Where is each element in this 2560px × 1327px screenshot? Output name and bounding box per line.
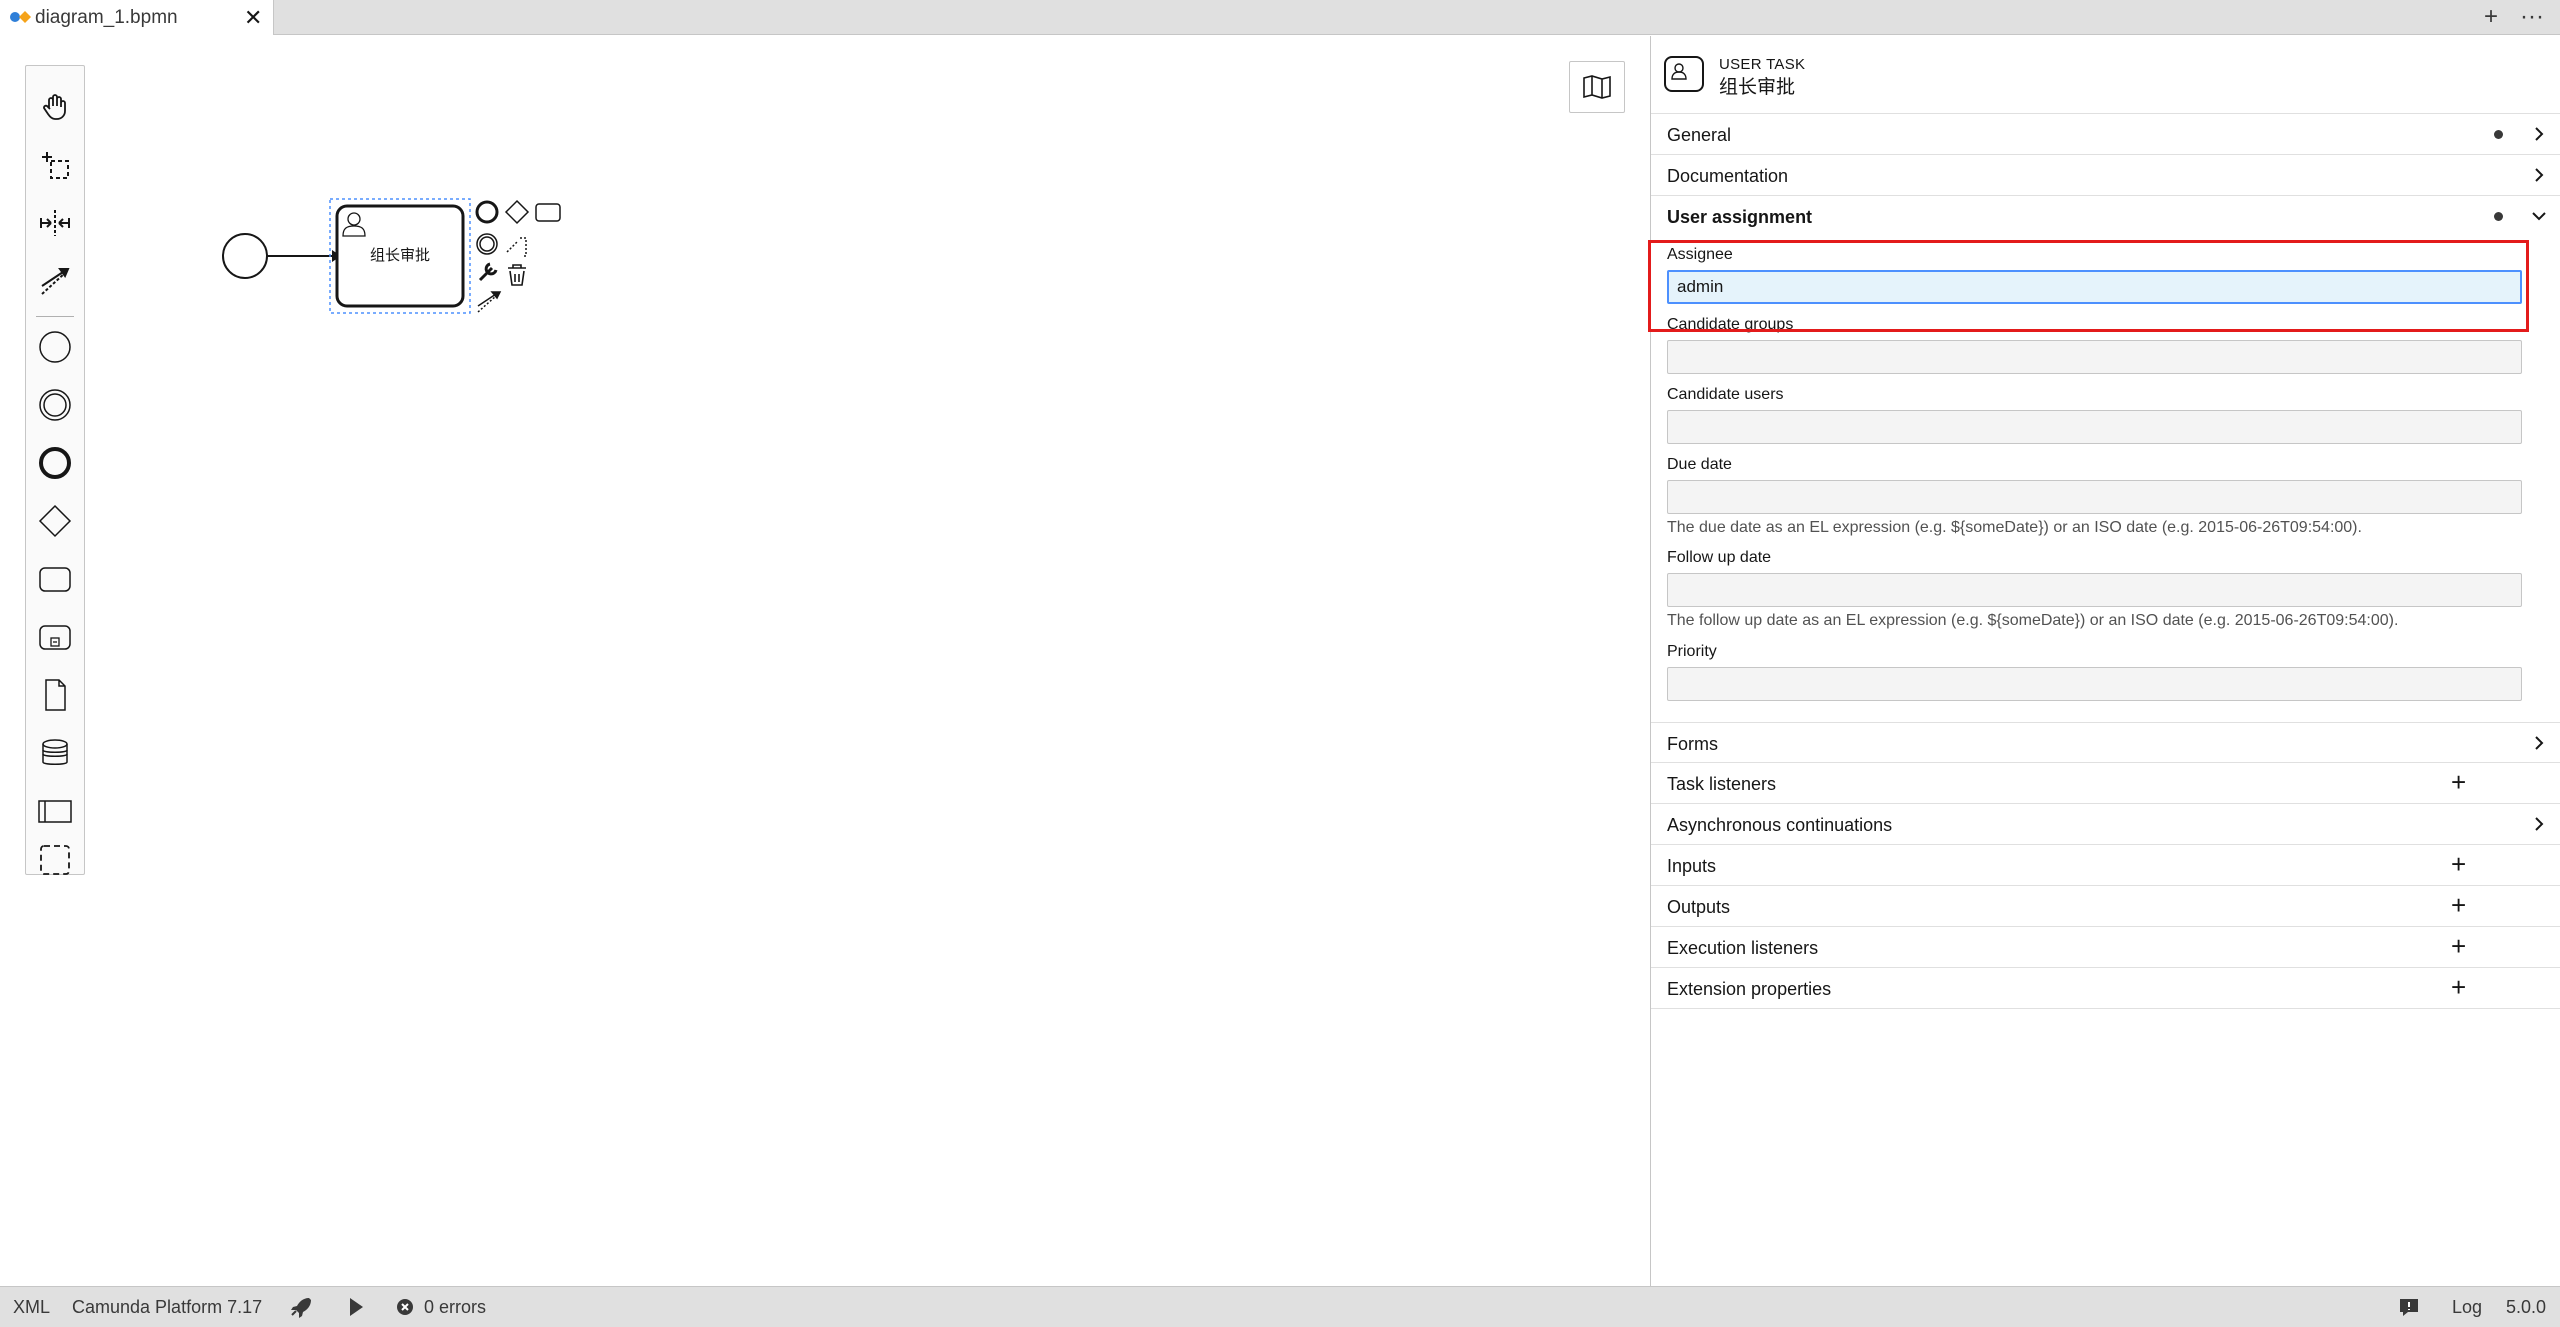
more-options-icon[interactable]: ···	[2520, 3, 2544, 31]
follow-up-date-label: Follow up date	[1667, 549, 1772, 566]
append-intermediate-event-icon[interactable]	[476, 233, 498, 255]
new-tab-icon[interactable]: +	[2484, 3, 2498, 31]
group-documentation-title: Documentation	[1667, 166, 1789, 186]
end-event-icon[interactable]	[34, 442, 76, 484]
minimap-toggle-button[interactable]	[1569, 61, 1625, 113]
element-type-label: USER TASK	[1719, 56, 1806, 73]
subprocess-icon[interactable]	[34, 616, 76, 658]
file-tab[interactable]: diagram_1.bpmn ✕	[0, 0, 274, 35]
assignee-input[interactable]	[1667, 270, 2522, 304]
append-task-icon[interactable]	[535, 203, 561, 222]
change-type-wrench-icon[interactable]	[478, 262, 498, 282]
group-general[interactable]: General	[1651, 114, 2560, 155]
group-documentation[interactable]: Documentation	[1651, 155, 2560, 196]
group-task-listeners[interactable]: Task listeners +	[1651, 763, 2560, 804]
group-forms-title: Forms	[1667, 734, 1718, 754]
error-status-icon	[396, 1298, 414, 1321]
platform-version-button[interactable]: Camunda Platform 7.17	[72, 1297, 262, 1318]
candidate-users-input[interactable]	[1667, 410, 2522, 444]
group-data-indicator	[2494, 212, 2503, 221]
add-execution-listener-icon[interactable]: +	[2451, 931, 2466, 961]
error-count[interactable]: 0 errors	[424, 1297, 486, 1318]
group-general-title: General	[1667, 125, 1732, 145]
chevron-right-icon	[2535, 736, 2544, 750]
group-inputs-title: Inputs	[1667, 856, 1717, 876]
chevron-right-icon	[2535, 817, 2544, 831]
chevron-down-icon	[2532, 212, 2546, 221]
group-extension-properties-title: Extension properties	[1667, 979, 1832, 999]
group-icon[interactable]	[34, 830, 76, 890]
candidate-groups-label: Candidate groups	[1667, 316, 1794, 333]
deploy-rocket-icon[interactable]	[289, 1296, 313, 1323]
priority-input[interactable]	[1667, 667, 2522, 701]
add-extension-property-icon[interactable]: +	[2451, 972, 2466, 1002]
file-tab-label: diagram_1.bpmn	[35, 7, 178, 28]
add-input-icon[interactable]: +	[2451, 849, 2466, 879]
group-execution-listeners[interactable]: Execution listeners +	[1651, 927, 2560, 968]
connect-arrow-icon[interactable]	[477, 291, 502, 313]
task-icon[interactable]	[34, 558, 76, 600]
group-user-assignment-title: User assignment	[1667, 207, 1813, 227]
bpmn-file-icon	[10, 11, 31, 23]
start-instance-play-icon[interactable]	[346, 1296, 366, 1323]
group-outputs[interactable]: Outputs +	[1651, 886, 2560, 927]
group-outputs-title: Outputs	[1667, 897, 1731, 917]
element-name-label: 组长审批	[1719, 77, 1796, 98]
group-async-continuations[interactable]: Asynchronous continuations	[1651, 804, 2560, 845]
close-tab-icon[interactable]: ✕	[244, 5, 262, 31]
panel-header: USER TASK 组长审批	[1651, 36, 2560, 114]
user-task-icon	[1664, 56, 1704, 92]
data-object-icon[interactable]	[34, 674, 76, 716]
chevron-right-icon	[2535, 127, 2544, 141]
intermediate-event-icon[interactable]	[34, 384, 76, 426]
properties-panel: USER TASK 组长审批 General Documentation Use…	[1650, 36, 2560, 1286]
follow-up-date-input[interactable]	[1667, 573, 2522, 607]
group-user-assignment[interactable]: User assignment	[1651, 196, 2560, 237]
xml-view-button[interactable]: XML	[13, 1297, 50, 1318]
group-forms[interactable]: Forms	[1651, 722, 2560, 763]
status-bar: XML Camunda Platform 7.17 0 errors Log 5…	[0, 1286, 2560, 1327]
add-task-listener-icon[interactable]: +	[2451, 767, 2466, 797]
group-async-continuations-title: Asynchronous continuations	[1667, 815, 1893, 835]
group-data-indicator	[2494, 130, 2503, 139]
tab-bar: diagram_1.bpmn ✕ + ···	[0, 0, 2560, 35]
append-end-event-icon[interactable]	[475, 200, 499, 224]
diagram-canvas[interactable]: 组长审批	[0, 36, 1650, 1286]
delete-trash-icon[interactable]	[508, 264, 526, 286]
append-text-annotation-icon[interactable]	[506, 237, 527, 257]
pool-icon[interactable]	[34, 790, 76, 832]
assignee-label: Assignee	[1667, 246, 1733, 263]
log-button[interactable]: Log	[2452, 1297, 2482, 1318]
group-inputs[interactable]: Inputs +	[1651, 845, 2560, 886]
add-output-icon[interactable]: +	[2451, 890, 2466, 920]
group-execution-listeners-title: Execution listeners	[1667, 938, 1819, 958]
app-version: 5.0.0	[2506, 1297, 2547, 1317]
bpmn-diagram: 组长审批	[222, 198, 561, 314]
due-date-description: The due date as an EL expression (e.g. $…	[1667, 519, 2362, 536]
priority-label: Priority	[1667, 643, 1717, 660]
user-task[interactable]: 组长审批	[335, 204, 465, 308]
map-icon	[1583, 75, 1611, 99]
candidate-groups-input[interactable]	[1667, 340, 2522, 374]
append-gateway-icon[interactable]	[504, 199, 530, 225]
follow-up-date-description: The follow up date as an EL expression (…	[1667, 612, 2399, 629]
due-date-label: Due date	[1667, 456, 1732, 473]
group-task-listeners-title: Task listeners	[1667, 774, 1777, 794]
start-event[interactable]	[222, 233, 268, 279]
chevron-right-icon	[2535, 168, 2544, 182]
feedback-icon[interactable]	[2398, 1297, 2420, 1322]
data-store-icon[interactable]	[34, 732, 76, 774]
gateway-icon[interactable]	[34, 500, 76, 542]
group-extension-properties[interactable]: Extension properties +	[1651, 968, 2560, 1009]
due-date-input[interactable]	[1667, 480, 2522, 514]
candidate-users-label: Candidate users	[1667, 386, 1784, 403]
context-pad	[475, 199, 561, 313]
user-task-label: 组长审批	[370, 246, 430, 264]
